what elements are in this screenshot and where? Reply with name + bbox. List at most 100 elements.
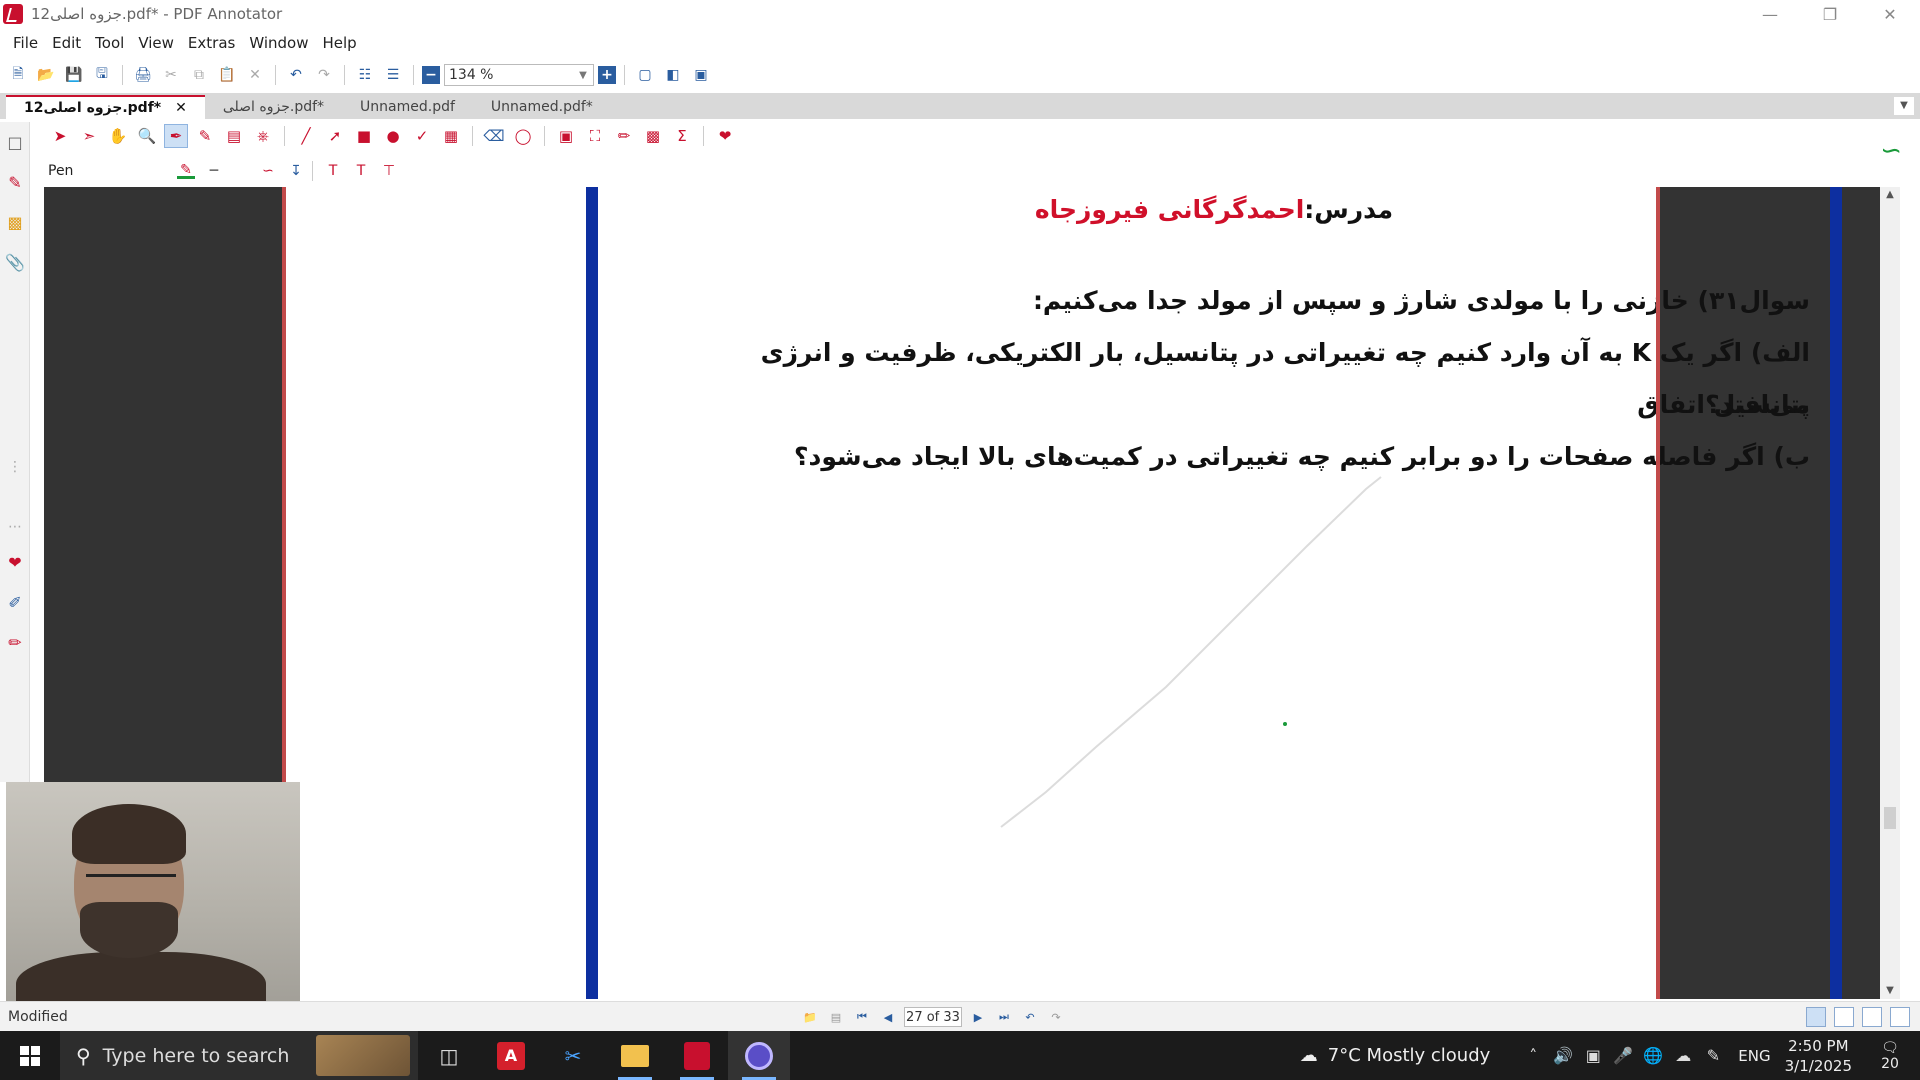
next-page-icon[interactable]: ▶ — [968, 1007, 988, 1027]
zoom-input[interactable] — [445, 67, 573, 83]
page-number-input[interactable] — [904, 1007, 962, 1027]
fullscreen-icon[interactable]: ▣ — [689, 63, 713, 87]
heart-favorites-icon[interactable]: ❤ — [0, 542, 30, 582]
volume-icon[interactable]: 🔊 — [1548, 1046, 1578, 1065]
delete-icon[interactable]: ✕ — [243, 63, 267, 87]
open-folder-icon[interactable]: 📂 — [34, 63, 58, 87]
pen-favorite-icon[interactable]: ✎ — [0, 162, 30, 202]
back-icon[interactable]: ↶ — [1020, 1007, 1040, 1027]
save-icon[interactable]: 💾 — [62, 63, 86, 87]
pen-color-button[interactable]: ✎ — [174, 161, 198, 181]
tab-document-main[interactable]: جزوه اصلی.pdf* — [205, 95, 342, 119]
tab-unnamed-1[interactable]: Unnamed.pdf — [342, 95, 473, 119]
snipping-tool-icon[interactable]: ✂ — [542, 1031, 604, 1080]
highlighter-tool-icon[interactable]: ✎ — [193, 124, 217, 148]
find-binoculars-icon[interactable]: ☷ — [353, 63, 377, 87]
smooth-curve-icon[interactable]: ∽ — [256, 159, 280, 183]
zoom-tool-icon[interactable]: 🔍 — [135, 124, 159, 148]
select-arrow-icon[interactable]: ➤ — [48, 124, 72, 148]
heart-favorites-icon[interactable]: ❤ — [713, 124, 737, 148]
onedrive-cloud-icon[interactable]: ☁ — [1668, 1046, 1698, 1065]
menu-tool[interactable]: Tool — [88, 34, 131, 52]
pen-tool-icon[interactable]: ✒ — [164, 124, 188, 148]
menu-edit[interactable]: Edit — [45, 34, 88, 52]
fit-width-icon[interactable]: ◧ — [661, 63, 685, 87]
menu-file[interactable]: File — [6, 34, 45, 52]
cut-icon[interactable]: ✂ — [159, 63, 183, 87]
text-box-icon[interactable]: ▤ — [222, 124, 246, 148]
lasso-icon[interactable]: ◯ — [511, 124, 535, 148]
pdf-page[interactable]: مدرس:احمدگرگانی فیروزجاه سوال۳۱) خازنی ر… — [286, 187, 1842, 999]
line-width-icon[interactable]: ─ — [202, 159, 226, 183]
text-tool-icon[interactable]: T — [321, 159, 345, 183]
last-page-icon[interactable]: ⏭ — [994, 1007, 1014, 1027]
highlighter-icon[interactable]: ✏ — [0, 622, 30, 662]
chevron-up-icon[interactable]: ˄ — [1518, 1046, 1548, 1065]
strikeout-icon[interactable]: ⊤ — [377, 159, 401, 183]
weather-widget[interactable]: ☁ 7°C Mostly cloudy — [1300, 1045, 1491, 1066]
sum-icon[interactable]: Σ — [670, 124, 694, 148]
single-page-view-icon[interactable] — [1806, 1007, 1826, 1027]
pen-workspace-icon[interactable]: ✎ — [1698, 1046, 1728, 1065]
taskbar-search[interactable]: ⚲ Type here to search — [60, 1031, 418, 1080]
hand-tool-icon[interactable]: ✋ — [106, 124, 130, 148]
pdf-annotator-app-icon[interactable] — [666, 1031, 728, 1080]
eraser-icon[interactable]: ⌫ — [482, 124, 506, 148]
microphone-icon[interactable]: 🎤 — [1608, 1046, 1638, 1065]
line-tool-icon[interactable]: ╱ — [294, 124, 318, 148]
minimize-button[interactable]: — — [1740, 0, 1800, 28]
task-view-icon[interactable]: ◫ — [418, 1031, 480, 1080]
menu-extras[interactable]: Extras — [181, 34, 242, 52]
scroll-down-icon[interactable]: ▼ — [1880, 983, 1900, 999]
notification-center-button[interactable]: 🗨 20 — [1870, 1040, 1910, 1072]
close-icon[interactable]: ✕ — [175, 100, 187, 116]
page-layout-icon[interactable]: ☰ — [381, 63, 405, 87]
continuous-view-icon[interactable] — [1834, 1007, 1854, 1027]
tab-unnamed-2[interactable]: Unnamed.pdf* — [473, 95, 611, 119]
copy-icon[interactable]: ⧉ — [187, 63, 211, 87]
previous-page-icon[interactable]: ◀ — [878, 1007, 898, 1027]
zoom-dropdown[interactable]: ▼ — [444, 64, 594, 86]
meet-now-icon[interactable]: ▣ — [1578, 1046, 1608, 1065]
select-text-icon[interactable]: ➣ — [77, 124, 101, 148]
camera-snapshot-icon[interactable]: ▣ — [554, 124, 578, 148]
rectangle-tool-icon[interactable]: ■ — [352, 124, 376, 148]
fit-page-icon[interactable]: ▢ — [633, 63, 657, 87]
measure-tool-icon[interactable]: ▦ — [439, 124, 463, 148]
forward-icon[interactable]: ↷ — [1046, 1007, 1066, 1027]
tabs-dropdown-button[interactable]: ▼ — [1894, 97, 1914, 115]
paste-icon[interactable]: 📋 — [215, 63, 239, 87]
vertical-scrollbar[interactable]: ▲ ▼ — [1880, 187, 1900, 999]
crop-icon[interactable]: ⛶ — [583, 124, 607, 148]
menu-help[interactable]: Help — [316, 34, 364, 52]
panel-grip-icon[interactable]: ⋯ — [0, 512, 30, 542]
grid-view-icon[interactable] — [1890, 1007, 1910, 1027]
select-box-icon[interactable]: □ — [0, 122, 30, 162]
two-page-view-icon[interactable] — [1862, 1007, 1882, 1027]
network-globe-icon[interactable]: 🌐 — [1638, 1046, 1668, 1065]
folder-icon[interactable]: 📁 — [800, 1007, 820, 1027]
print-icon[interactable]: 🖨 — [131, 63, 155, 87]
sticky-note-icon[interactable]: ▩ — [0, 202, 30, 242]
tab-document-12[interactable]: 12جزوه اصلی.pdf* ✕ — [6, 95, 205, 119]
checkmark-tool-icon[interactable]: ✓ — [410, 124, 434, 148]
language-indicator[interactable]: ENG — [1738, 1047, 1770, 1065]
arrow-tool-icon[interactable]: ➚ — [323, 124, 347, 148]
insert-image-icon[interactable]: ▩ — [641, 124, 665, 148]
zoom-out-button[interactable]: − — [422, 66, 440, 84]
panel-grip-icon[interactable]: ⋮ — [0, 452, 30, 482]
text-baseline-icon[interactable]: T — [349, 159, 373, 183]
obs-studio-icon[interactable] — [728, 1031, 790, 1080]
start-button[interactable] — [0, 1031, 60, 1080]
menu-view[interactable]: View — [131, 34, 181, 52]
scroll-thumb[interactable] — [1884, 807, 1896, 829]
menu-window[interactable]: Window — [242, 34, 315, 52]
marker-icon[interactable]: ✐ — [0, 582, 30, 622]
acrobat-app-icon[interactable]: A — [480, 1031, 542, 1080]
undo-icon[interactable]: ↶ — [284, 63, 308, 87]
attachment-icon[interactable]: 📎 — [0, 242, 30, 282]
restore-button[interactable]: ❐ — [1800, 0, 1860, 28]
new-document-icon[interactable]: 🗎 — [6, 63, 30, 87]
ruler-icon[interactable]: ✏ — [612, 124, 636, 148]
zoom-in-button[interactable]: + — [598, 66, 616, 84]
